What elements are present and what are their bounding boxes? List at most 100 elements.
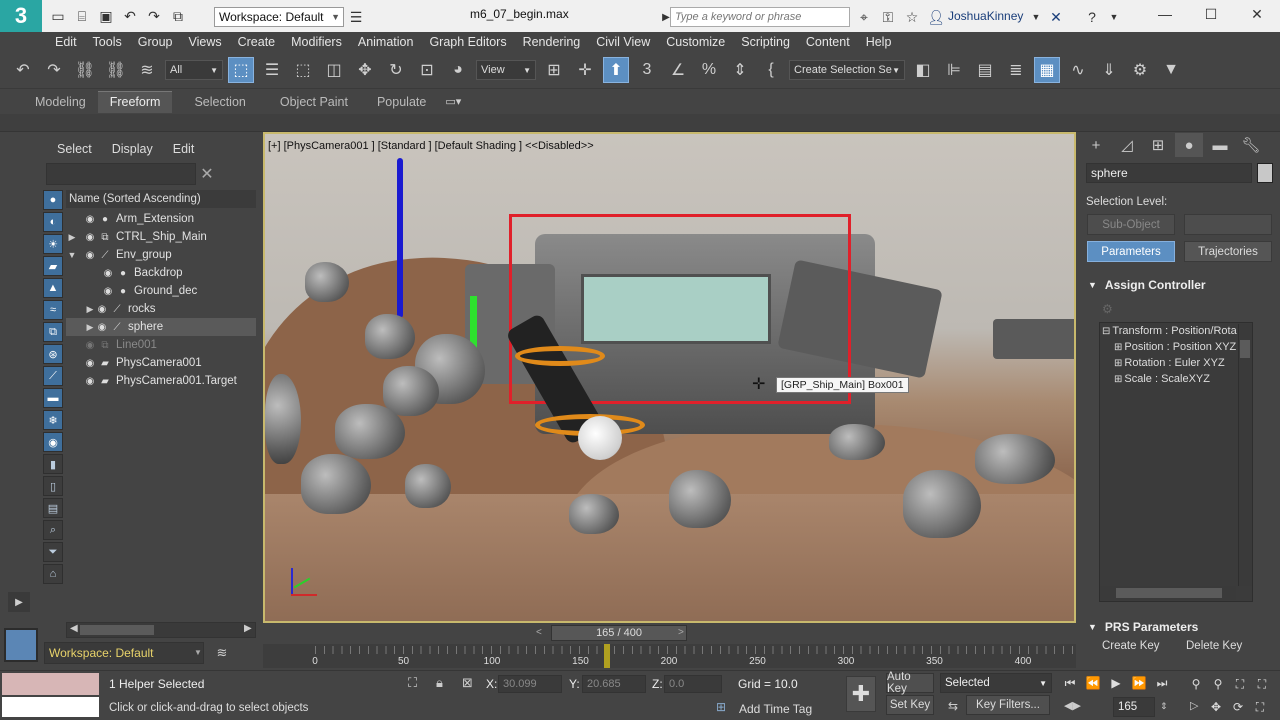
ribbon-options-icon[interactable]: ▭▾ (438, 89, 468, 115)
modify-tab-icon[interactable]: ◿ (1113, 133, 1141, 157)
filter-frozen-icon[interactable]: ❄ (43, 410, 63, 430)
exchange-icon[interactable]: ✕ (1046, 7, 1066, 27)
bind-spacewarp-icon[interactable]: ≋ (134, 57, 160, 83)
eye-icon[interactable]: ◉ (84, 213, 96, 225)
eye-icon[interactable]: ◉ (84, 357, 96, 369)
controller-vertical-scrollbar[interactable] (1238, 324, 1252, 586)
frame-spinner-icon[interactable]: ⇕ (1160, 701, 1168, 712)
unlink-icon[interactable]: ⛓ (103, 57, 129, 83)
scroll-right-icon[interactable]: ▶ (244, 623, 252, 634)
scrollbar-thumb[interactable] (1116, 588, 1222, 598)
explorer-menu-select[interactable]: Select (57, 142, 92, 156)
zoom-extents-icon[interactable]: ⛶ (1230, 674, 1250, 694)
undo-icon[interactable]: ↶ (10, 57, 36, 83)
auto-key-button[interactable]: Auto Key (886, 671, 934, 695)
move-icon[interactable]: ✥ (352, 57, 378, 83)
redo-icon[interactable]: ↷ (41, 57, 67, 83)
display-none-icon[interactable]: ▯ (43, 476, 63, 496)
explorer-menu-edit[interactable]: Edit (173, 142, 195, 156)
spinner-snap-icon[interactable]: ⇕ (727, 57, 753, 83)
zoom-extents-all-icon[interactable]: ⛶ (1252, 674, 1272, 694)
workspace-dropdown[interactable]: Workspace: Default ▼ (214, 7, 344, 27)
tree-row-sphere[interactable]: ▶ ◉ ⟋ sphere (66, 318, 256, 336)
mirror-icon[interactable]: ◧ (910, 57, 936, 83)
menu-group[interactable]: Group (130, 32, 181, 52)
next-frame-arrow-icon[interactable]: > (678, 627, 684, 638)
filter-lights-icon[interactable]: ☀ (43, 234, 63, 254)
new-file-icon[interactable]: ▭ (48, 6, 68, 26)
select-by-name-icon[interactable]: ☰ (259, 57, 285, 83)
play-icon[interactable]: ▶ (1106, 673, 1126, 693)
filter-geometry-icon[interactable]: ● (43, 190, 63, 210)
x-coordinate-field[interactable]: 30.099 (498, 675, 562, 693)
key-filters-button[interactable]: Key Filters... (966, 695, 1050, 715)
project-folder-icon[interactable]: ⧉ (168, 6, 188, 26)
invert-display-icon[interactable]: ▤ (43, 498, 63, 518)
subscription-icon[interactable]: ⚿ (878, 7, 898, 27)
scroll-left-icon[interactable]: ◀ (70, 623, 78, 634)
keyboard-shortcut-override-icon[interactable]: ⬆ (603, 57, 629, 83)
expand-panel-icon[interactable]: ▶ (8, 592, 30, 612)
layer-explorer-icon[interactable]: ≣ (1003, 57, 1029, 83)
tab-populate[interactable]: Populate (365, 91, 438, 113)
tree-row-backdrop[interactable]: ◉ ● Backdrop (66, 264, 256, 282)
next-frame-icon[interactable]: ⏩ (1129, 673, 1149, 693)
menu-modifiers[interactable]: Modifiers (283, 32, 350, 52)
close-button[interactable]: ✕ (1242, 4, 1272, 24)
eye-icon[interactable]: ◉ (84, 375, 96, 387)
perspective-viewport[interactable]: ✛ (263, 132, 1076, 623)
clear-search-icon[interactable]: ✕ (198, 163, 216, 185)
scrollbar-thumb[interactable] (1240, 340, 1250, 358)
go-to-start-icon[interactable]: ⏮ (1060, 673, 1080, 693)
expand-arrow-icon[interactable]: ▶ (84, 322, 96, 333)
set-key-icon[interactable]: ✚ (846, 676, 876, 712)
orbit-icon[interactable]: ⟳ (1228, 697, 1248, 717)
absolute-mode-icon[interactable]: ⊠ (462, 675, 473, 691)
filter-bones-icon[interactable]: ⟋ (43, 366, 63, 386)
maxscript-listener-input[interactable] (2, 673, 99, 695)
redo-icon[interactable]: ↷ (144, 6, 164, 26)
manipulate-icon[interactable]: ✛ (572, 57, 598, 83)
filter-spacewarps-icon[interactable]: ≈ (43, 300, 63, 320)
key-mode-toggle-icon[interactable]: ◀▶ (1064, 699, 1081, 712)
controller-row[interactable]: ⊞ Rotation : Euler XYZ (1114, 355, 1225, 371)
undo-icon[interactable]: ↶ (120, 6, 140, 26)
percent-snap-icon[interactable]: % (696, 57, 722, 83)
expand-arrow-icon[interactable]: ▶ (84, 304, 96, 315)
z-coordinate-field[interactable]: 0.0 (664, 675, 722, 693)
y-coordinate-field[interactable]: 20.685 (582, 675, 646, 693)
tab-freeform[interactable]: Freeform (97, 90, 173, 113)
open-file-icon[interactable]: ⌸ (72, 6, 92, 26)
display-tab-icon[interactable]: ▬ (1206, 133, 1234, 157)
selection-lock-icon[interactable]: 🔒︎ (436, 675, 443, 691)
tree-row-arm-extension[interactable]: ◉ ● Arm_Extension (66, 210, 256, 228)
key-mode-dropdown[interactable]: Selected ▼ (940, 673, 1052, 693)
ribbon-toggle-icon[interactable]: ▦ (1034, 57, 1060, 83)
menu-content[interactable]: Content (798, 32, 858, 52)
menu-graph-editors[interactable]: Graph Editors (421, 32, 514, 52)
toggle-scene-explorer-icon[interactable]: ▤ (972, 57, 998, 83)
material-editor-icon[interactable]: ⚙ (1127, 57, 1153, 83)
user-icon[interactable]: 👤︎ (926, 7, 946, 27)
edit-named-selection-icon[interactable]: { (758, 57, 784, 83)
select-object-icon[interactable]: ⬚ (228, 57, 254, 83)
rect-selection-icon[interactable]: ⬚ (290, 57, 316, 83)
tab-modeling[interactable]: Modeling (23, 91, 98, 113)
controller-row[interactable]: ⊞ Position : Position XYZ (1114, 339, 1236, 355)
menu-civil-view[interactable]: Civil View (588, 32, 658, 52)
username[interactable]: JoshuaKinney (948, 9, 1023, 23)
set-key-button[interactable]: Set Key (886, 695, 934, 715)
display-all-icon[interactable]: ▮ (43, 454, 63, 474)
eye-icon[interactable]: ◉ (84, 231, 96, 243)
tab-selection[interactable]: Selection (182, 91, 257, 113)
current-frame-marker[interactable] (604, 644, 611, 668)
controller-row[interactable]: ⊞ Scale : ScaleXYZ (1114, 371, 1210, 387)
prs-parameters-rollout[interactable]: ▼ PRS Parameters (1088, 618, 1198, 636)
maximize-button[interactable]: ☐ (1196, 4, 1226, 24)
tab-object-paint[interactable]: Object Paint (268, 91, 360, 113)
expand-arrow-icon[interactable]: ▶ (66, 232, 78, 243)
assign-controller-icon[interactable]: ⚙ (1102, 302, 1120, 318)
zoom-all-icon[interactable]: ⚲ (1208, 674, 1228, 694)
object-color-swatch[interactable] (1257, 163, 1273, 183)
filter-containers-icon[interactable]: ▬ (43, 388, 63, 408)
